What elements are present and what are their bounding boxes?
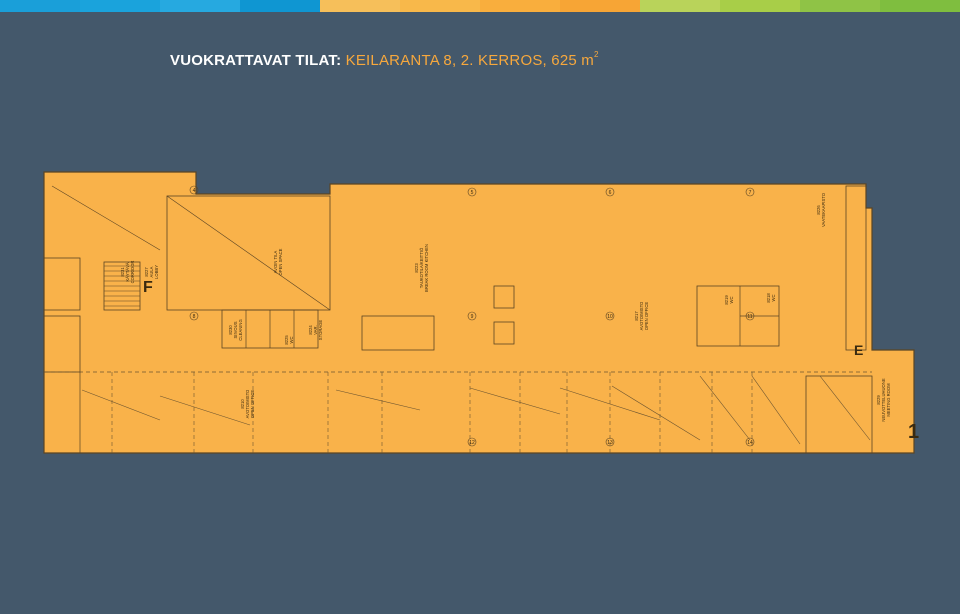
room-label-rvoid: AVOIN TILA OPEN SPACE — [273, 248, 283, 275]
column-tag-label: 10 — [607, 314, 613, 320]
room-label-line: WC — [729, 297, 734, 304]
column-tag-label: 11 — [747, 314, 752, 320]
column-tag-label: 14 — [747, 440, 753, 446]
room-label-line: VAATEKAAPISTO — [821, 192, 826, 227]
column-tag-label: 8 — [193, 314, 196, 320]
column-tag-label: 5 — [471, 190, 474, 196]
room-label-line: OPEN SPACE — [278, 248, 283, 275]
marker-1: 1 — [908, 421, 919, 443]
column-tag-label: 13 — [607, 440, 613, 446]
room-label-line: CORRIDOR — [130, 261, 135, 284]
column-tag-label: 7 — [749, 190, 752, 196]
floor-area — [43, 171, 915, 454]
floor-plan: 4 5 6 78 9 10 1112 13 14 8226 VAATEKAAPISTO8223 TA… — [43, 171, 919, 454]
room-label-line: WC — [289, 337, 294, 344]
column-tag-label: 6 — [609, 190, 612, 196]
column-tag-label: 9 — [471, 314, 474, 320]
room-label-line: STORAGE — [318, 320, 323, 341]
room-label-line: MEETING ROOM — [886, 383, 891, 417]
column-tag-label: 12 — [469, 440, 475, 446]
column-tag-label: 4 — [193, 188, 196, 194]
marker-f: F — [143, 279, 153, 296]
marker-e: E — [854, 342, 863, 358]
room-label-line: BREAK ROOM KITCHEN — [424, 244, 429, 292]
room-label-line: CLEANING — [238, 319, 243, 340]
room-label-line: OPEN OFFICE — [250, 390, 255, 419]
room-label-line: WC — [771, 295, 776, 302]
room-label-line: LOBBY — [154, 265, 159, 279]
room-label-line: OPEN OFFICE — [644, 302, 649, 331]
